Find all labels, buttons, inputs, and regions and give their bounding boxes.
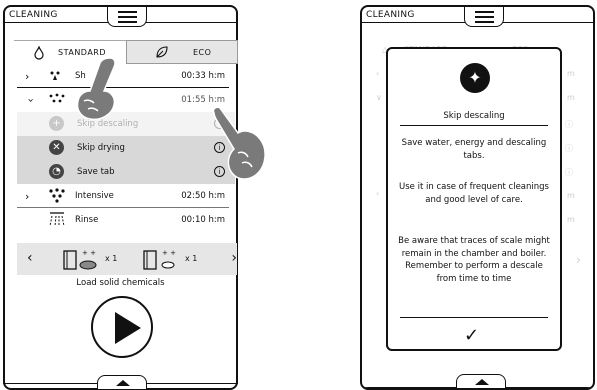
program-time: 01:55 h:m: [181, 95, 225, 105]
dialog-paragraph: Use it in case of frequent cleanings and…: [399, 182, 549, 205]
skip-descaling-icon: +: [49, 116, 64, 131]
option-skip-descaling[interactable]: + Skip descaling i: [17, 112, 235, 136]
leaf-icon: [156, 46, 168, 58]
checkmark-icon[interactable]: ✓: [464, 325, 479, 346]
ghost-info: ⓘ: [565, 144, 573, 153]
rinse-icon: [49, 212, 65, 227]
svg-text:+ +: + +: [82, 249, 96, 257]
chemical-count: x 1: [185, 254, 198, 263]
spray-small-icon: [50, 71, 60, 80]
ghost-text: m: [567, 93, 575, 102]
tab-eco-label: ECO: [193, 48, 212, 57]
ghost-text: m: [567, 191, 575, 200]
chevron-down-icon: ›: [24, 98, 38, 103]
ghost-chevron: ›: [376, 189, 380, 198]
skip-drying-icon: ✕: [49, 140, 64, 155]
spray-medium-icon: [49, 93, 65, 103]
menu-icon: [475, 11, 494, 13]
header-title: CLEANING: [9, 10, 58, 20]
tablet-small-icon: + +: [143, 249, 176, 270]
program-name: Intensive: [75, 191, 114, 201]
menu-button[interactable]: [464, 7, 504, 27]
bottom-drawer-tab[interactable]: [97, 375, 147, 389]
chemicals-label: Load solid chemicals: [76, 278, 165, 288]
chevron-right-icon[interactable]: ›: [231, 250, 237, 266]
program-time: 00:10 h:m: [181, 215, 225, 225]
ghost-info: ⓘ: [565, 168, 573, 177]
chevron-left-icon[interactable]: ‹: [27, 250, 33, 266]
chemical-count: x 1: [105, 254, 118, 263]
program-name: Rinse: [75, 215, 99, 225]
ghost-text: m: [567, 215, 575, 224]
header-title: CLEANING: [366, 10, 415, 20]
bottom-drawer-tab[interactable]: [456, 374, 506, 388]
dialog-paragraph: Save water, energy and descaling tabs.: [401, 138, 547, 161]
dialog-paragraph: Be aware that traces of scale might rema…: [398, 236, 550, 284]
ghost-chevron: ∨: [376, 93, 382, 102]
ghost-text: m: [567, 69, 575, 78]
ghost-chevron: ›: [576, 253, 581, 267]
sparkle-icon: ✦: [460, 63, 490, 93]
header-bar: CLEANING: [5, 7, 236, 29]
option-save-tab[interactable]: ◔ Save tab i: [17, 160, 235, 184]
option-skip-drying[interactable]: ✕ Skip drying i: [17, 136, 235, 160]
option-label: Save tab: [77, 167, 115, 177]
dialog-divider: [400, 317, 548, 318]
chevron-right-icon: ›: [25, 70, 30, 83]
tab-eco[interactable]: ECO: [126, 40, 238, 64]
hand-pointer-icon: [76, 57, 116, 121]
program-time: 02:50 h:m: [181, 191, 225, 201]
tablet-icon: + +: [63, 249, 97, 270]
info-dialog: ✦ Skip descaling Save water, energy and …: [386, 47, 562, 351]
spray-large-icon: [49, 188, 65, 203]
save-tab-icon: ◔: [49, 164, 64, 179]
header-bar: CLEANING: [362, 7, 593, 29]
start-button[interactable]: [91, 296, 153, 358]
menu-button[interactable]: [107, 7, 147, 27]
svg-text:+ +: + +: [162, 249, 176, 257]
ghost-chevron: ›: [376, 69, 380, 78]
program-time: 00:33 h:m: [181, 71, 225, 81]
option-label: Skip drying: [77, 143, 125, 153]
chevron-right-icon: ›: [25, 190, 30, 203]
dialog-title: Skip descaling: [443, 111, 505, 121]
dialog-divider: [400, 125, 548, 126]
flame-icon: [34, 46, 44, 60]
program-row-intensive[interactable]: › Intensive 02:50 h:m: [3, 184, 235, 208]
hand-pointer-icon: [212, 106, 266, 180]
program-row-rinse[interactable]: Rinse 00:10 h:m: [3, 208, 235, 232]
ghost-info: ⓘ: [565, 120, 573, 129]
menu-icon: [118, 11, 137, 13]
mode-tabs: STANDARD ECO: [14, 40, 244, 64]
chemicals-bar: ‹ + + x 1 + + x 1 ›: [17, 243, 237, 275]
